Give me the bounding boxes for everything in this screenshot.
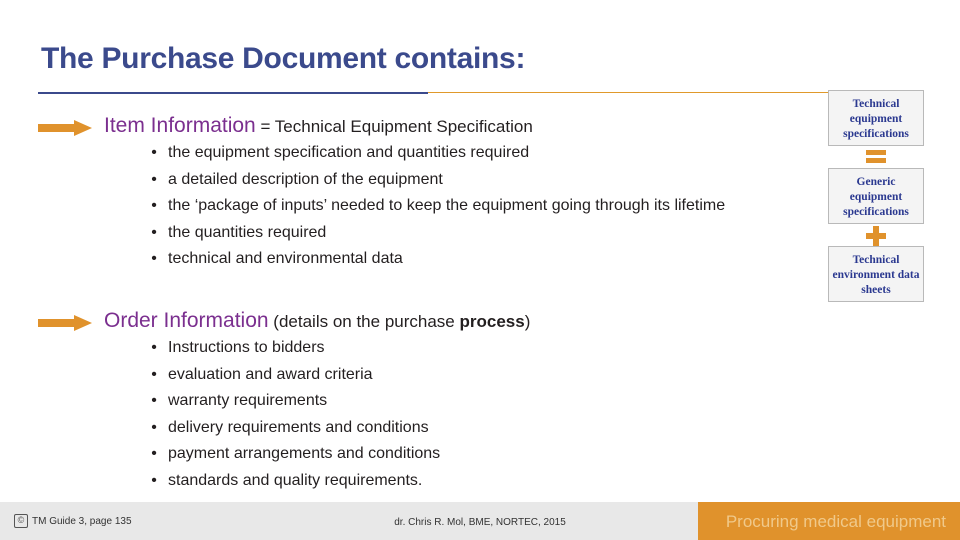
- footer-topic: Procuring medical equipment: [725, 512, 946, 531]
- section-2-heading-rest-bold: process: [459, 312, 525, 331]
- diagram-box-technical-environment-data-sheets: Technical environment data sheets: [828, 246, 924, 302]
- section-2-heading-rest-pre: (details on the purchase: [268, 312, 460, 331]
- equals-bar-bottom: [866, 158, 886, 163]
- list-item: • the quantities required: [140, 224, 725, 251]
- list-item: • evaluation and award criteria: [140, 366, 440, 393]
- section-1-heading-key: Item Information: [104, 114, 256, 137]
- arrow-shaft: [38, 319, 76, 327]
- list-item-label: the quantities required: [168, 223, 327, 241]
- section-2-heading-key: Order Information: [104, 309, 269, 332]
- list-item: • delivery requirements and conditions: [140, 419, 440, 446]
- section-2-heading: Order Information (details on the purcha…: [104, 309, 530, 333]
- list-item-label: the equipment specification and quantiti…: [168, 144, 530, 161]
- list-item: • technical and environmental data: [140, 250, 725, 277]
- slide-canvas: The Purchase Document contains: Item Inf…: [0, 0, 960, 540]
- diagram-box-technical-equipment-specifications: Technical equipment specifications: [828, 90, 924, 146]
- list-item: • standards and quality requirements.: [140, 472, 440, 499]
- list-item: • the equipment specification and quanti…: [140, 144, 725, 171]
- equals-sign-icon: [866, 150, 886, 166]
- section-2-arrow-icon: [38, 315, 94, 331]
- list-item: • a detailed description of the equipmen…: [140, 171, 725, 198]
- list-item-label: evaluation and award criteria: [168, 365, 373, 383]
- arrow-head: [74, 120, 92, 136]
- list-item-label: the ‘package of inputs’ needed to keep t…: [168, 197, 726, 214]
- section-2-heading-rest-post: ): [524, 312, 531, 331]
- list-item-label: Instructions to bidders: [168, 339, 325, 356]
- bullet-dot-icon: •: [151, 392, 157, 409]
- plus-bar-vertical: [873, 226, 879, 246]
- list-item-label: technical and environmental data: [168, 250, 403, 267]
- list-item-label: delivery requirements and conditions: [168, 418, 429, 436]
- title-divider-blue: [38, 92, 428, 94]
- bullet-dot-icon: •: [151, 365, 157, 383]
- section-1-heading: Item Information = Technical Equipment S…: [104, 114, 533, 138]
- bullet-dot-icon: •: [151, 339, 157, 356]
- bullet-dot-icon: •: [151, 471, 157, 489]
- list-item: • payment arrangements and conditions: [140, 445, 440, 472]
- list-item: • the ‘package of inputs’ needed to keep…: [140, 197, 725, 224]
- list-item: • Instructions to bidders: [140, 339, 440, 366]
- section-1-bullet-list: • the equipment specification and quanti…: [140, 144, 725, 277]
- diagram-box-generic-equipment-specifications: Generic equipment specifications: [828, 168, 924, 224]
- list-item-label: payment arrangements and conditions: [168, 445, 441, 462]
- section-1-heading-rest: = Technical Equipment Specification: [255, 117, 533, 136]
- bullet-dot-icon: •: [151, 250, 157, 267]
- list-item: • warranty requirements: [140, 392, 440, 419]
- bullet-dot-icon: •: [151, 197, 157, 214]
- bullet-dot-icon: •: [151, 223, 157, 241]
- list-item-label: standards and quality requirements.: [168, 471, 423, 489]
- list-item-label: warranty requirements: [168, 392, 328, 409]
- plus-sign-icon: [866, 226, 886, 246]
- equals-bar-top: [866, 150, 886, 155]
- list-item-label: a detailed description of the equipment: [168, 170, 443, 188]
- page-title: The Purchase Document contains:: [41, 42, 526, 75]
- arrow-head: [74, 315, 92, 331]
- bullet-dot-icon: •: [151, 170, 157, 188]
- section-2-bullet-list: • Instructions to bidders • evaluation a…: [140, 339, 440, 498]
- arrow-shaft: [38, 124, 76, 132]
- section-1-arrow-icon: [38, 120, 94, 136]
- bullet-dot-icon: •: [151, 418, 157, 436]
- bullet-dot-icon: •: [151, 445, 157, 462]
- bullet-dot-icon: •: [151, 144, 157, 161]
